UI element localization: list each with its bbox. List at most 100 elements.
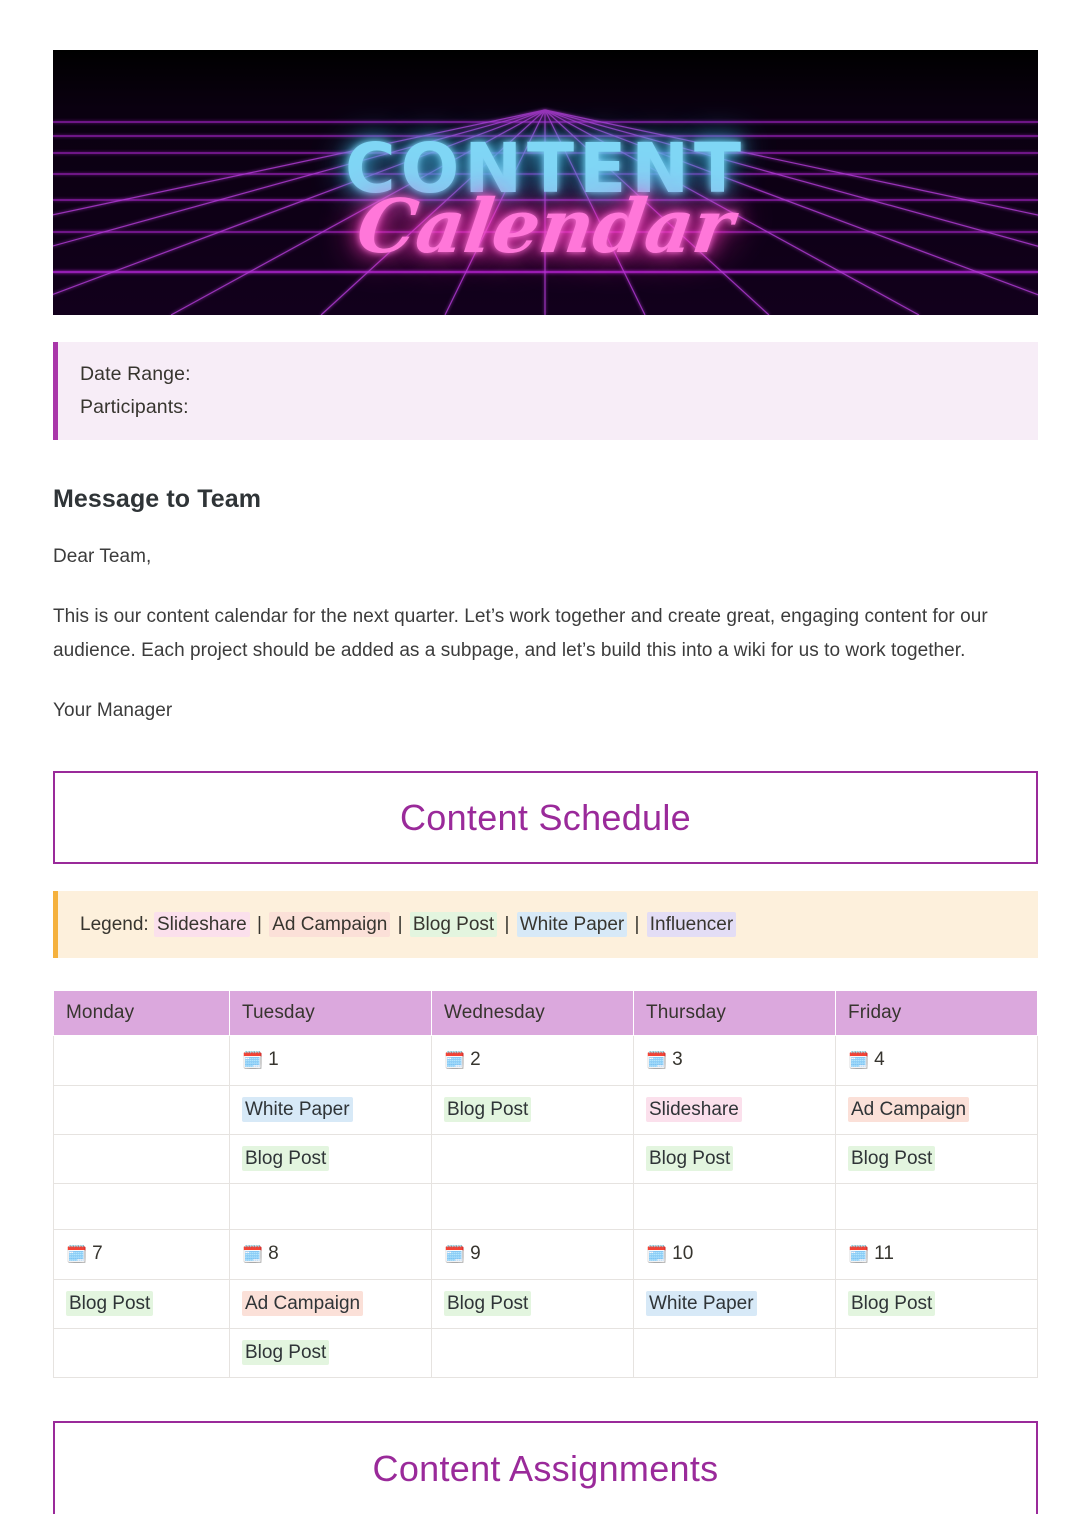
content-tag: Slideshare bbox=[646, 1097, 742, 1122]
calendar-content-cell[interactable]: Blog Post bbox=[229, 1328, 432, 1378]
calendar-icon: 🗓️ bbox=[848, 1245, 870, 1265]
legend-separator: | bbox=[629, 913, 645, 935]
calendar-date-cell[interactable]: 🗓️ 3 bbox=[633, 1035, 836, 1086]
calendar-date-row: 🗓️ 7 🗓️ 8 🗓️ 9 🗓️ 10 🗓️ 11 bbox=[53, 1229, 1038, 1280]
calendar-date-number: 2 bbox=[470, 1049, 481, 1070]
calendar-content-cell[interactable] bbox=[431, 1134, 634, 1184]
calendar-content-cell[interactable]: Slideshare bbox=[633, 1085, 836, 1135]
calendar-date-row: 🗓️ 1 🗓️ 2 🗓️ 3 🗓️ 4 bbox=[53, 1035, 1038, 1086]
calendar-icon: 🗓️ bbox=[848, 1051, 870, 1071]
content-tag: Blog Post bbox=[444, 1291, 532, 1316]
content-tag: Ad Campaign bbox=[848, 1097, 970, 1122]
calendar-icon: 🗓️ bbox=[646, 1051, 668, 1071]
content-assignments-heading-box: Content Assignments bbox=[53, 1421, 1038, 1514]
calendar-date-cell[interactable]: 🗓️ 7 bbox=[53, 1229, 230, 1280]
content-tag: Blog Post bbox=[444, 1097, 532, 1122]
calendar-date-number: 10 bbox=[672, 1243, 694, 1264]
legend-item-slideshare: Slideshare bbox=[153, 911, 250, 937]
content-assignments-heading: Content Assignments bbox=[372, 1447, 719, 1489]
calendar-content-cell[interactable] bbox=[229, 1183, 432, 1230]
calendar-icon: 🗓️ bbox=[444, 1245, 466, 1265]
calendar-content-cell[interactable]: Blog Post bbox=[229, 1134, 432, 1184]
calendar-date-number: 11 bbox=[874, 1243, 894, 1264]
calendar-icon: 🗓️ bbox=[66, 1245, 88, 1265]
message-signature: Your Manager bbox=[53, 700, 173, 721]
calendar-column-header: Tuesday bbox=[229, 990, 432, 1036]
legend-item-ad: Ad Campaign bbox=[269, 911, 391, 937]
calendar-content-cell[interactable] bbox=[835, 1328, 1038, 1378]
legend-separator: | bbox=[499, 913, 515, 935]
calendar-column-header: Thursday bbox=[633, 990, 836, 1036]
info-callout: Date Range: Participants: bbox=[53, 342, 1038, 440]
legend-item-influencer: Influencer bbox=[646, 911, 737, 937]
calendar-content-cell[interactable]: Blog Post bbox=[53, 1279, 230, 1329]
calendar-icon: 🗓️ bbox=[646, 1245, 668, 1265]
date-range-label: Date Range: bbox=[80, 363, 191, 385]
calendar-content-cell[interactable]: White Paper bbox=[633, 1279, 836, 1329]
content-tag: Blog Post bbox=[242, 1146, 330, 1171]
calendar-content-cell[interactable] bbox=[835, 1183, 1038, 1230]
calendar-content-cell[interactable] bbox=[431, 1328, 634, 1378]
calendar-date-cell[interactable]: 🗓️ 8 bbox=[229, 1229, 432, 1280]
calendar-content-cell[interactable]: Blog Post bbox=[835, 1134, 1038, 1184]
content-tag: Blog Post bbox=[848, 1291, 936, 1316]
legend-item-blog: Blog Post bbox=[409, 911, 498, 937]
message-heading: Message to Team bbox=[53, 485, 262, 513]
calendar-date-number: 3 bbox=[672, 1049, 683, 1070]
calendar-content-row: Blog Post Ad Campaign Blog Post White Paper… bbox=[53, 1279, 1038, 1329]
calendar-content-cell[interactable]: Blog Post bbox=[633, 1134, 836, 1184]
calendar-date-cell[interactable]: 🗓️ 2 bbox=[431, 1035, 634, 1086]
legend-body: Legend: Slideshare | Ad Campaign | Blog … bbox=[58, 896, 737, 954]
calendar-content-cell[interactable]: Blog Post bbox=[835, 1279, 1038, 1329]
legend-item-white: White Paper bbox=[516, 911, 628, 937]
calendar-date-number: 1 bbox=[268, 1049, 279, 1070]
content-tag: White Paper bbox=[646, 1291, 757, 1316]
calendar-empty-row bbox=[53, 1183, 1038, 1230]
calendar-content-cell[interactable]: Blog Post bbox=[431, 1279, 634, 1329]
content-schedule-heading-box: Content Schedule bbox=[53, 771, 1038, 864]
calendar-date-number: 7 bbox=[92, 1243, 103, 1264]
calendar-icon: 🗓️ bbox=[242, 1245, 264, 1265]
callout-body: Date Range: Participants: bbox=[58, 342, 191, 440]
document-page: CONTENT Calendar Date Range: Participant… bbox=[0, 0, 1091, 1514]
calendar-content-cell[interactable]: Ad Campaign bbox=[229, 1279, 432, 1329]
calendar-content-cell[interactable]: Blog Post bbox=[431, 1085, 634, 1135]
content-tag: Blog Post bbox=[646, 1146, 734, 1171]
calendar-icon: 🗓️ bbox=[242, 1051, 264, 1071]
cover-banner: CONTENT Calendar bbox=[53, 50, 1038, 315]
calendar-content-cell[interactable] bbox=[53, 1134, 230, 1184]
calendar-content-cell[interactable] bbox=[633, 1328, 836, 1378]
calendar-date-cell[interactable]: 🗓️ 10 bbox=[633, 1229, 836, 1280]
content-schedule-heading: Content Schedule bbox=[399, 796, 691, 838]
calendar-content-cell[interactable] bbox=[53, 1183, 230, 1230]
calendar-content-cell[interactable] bbox=[431, 1183, 634, 1230]
calendar-content-row: Blog Post bbox=[53, 1328, 1038, 1378]
calendar-date-cell[interactable]: 🗓️ 1 bbox=[229, 1035, 432, 1086]
calendar-column-header: Friday bbox=[835, 990, 1038, 1036]
cover-subtitle: Calendar bbox=[352, 184, 739, 270]
legend-separator: | bbox=[251, 913, 268, 935]
calendar-content-cell[interactable]: White Paper bbox=[229, 1085, 432, 1135]
calendar-date-cell[interactable] bbox=[53, 1035, 230, 1086]
calendar-content-cell[interactable] bbox=[633, 1183, 836, 1230]
message-body: This is our content calendar for the nex… bbox=[53, 606, 988, 661]
calendar-column-header: Wednesday bbox=[431, 990, 634, 1036]
content-tag: Ad Campaign bbox=[242, 1291, 364, 1316]
content-tag: Blog Post bbox=[66, 1291, 154, 1316]
calendar-body: 🗓️ 1 🗓️ 2 🗓️ 3 🗓️ 4 White Paper Blog Post Slidesha… bbox=[53, 1035, 1038, 1378]
calendar-date-cell[interactable]: 🗓️ 4 bbox=[835, 1035, 1038, 1086]
calendar-content-row: White Paper Blog Post Slideshare Ad Campaig… bbox=[53, 1085, 1038, 1135]
message-greeting: Dear Team, bbox=[53, 546, 152, 567]
calendar-date-cell[interactable]: 🗓️ 9 bbox=[431, 1229, 634, 1280]
calendar-icon: 🗓️ bbox=[444, 1051, 466, 1071]
calendar-date-number: 8 bbox=[268, 1243, 279, 1264]
content-tag: Blog Post bbox=[242, 1340, 330, 1365]
calendar-content-cell[interactable]: Ad Campaign bbox=[835, 1085, 1038, 1135]
calendar-date-number: 4 bbox=[874, 1049, 885, 1070]
calendar-date-cell[interactable]: 🗓️ 11 bbox=[835, 1229, 1038, 1280]
legend-label: Legend: bbox=[80, 913, 149, 935]
legend-separator: | bbox=[392, 913, 408, 935]
calendar-content-cell[interactable] bbox=[53, 1328, 230, 1378]
calendar-content-cell[interactable] bbox=[53, 1085, 230, 1135]
content-calendar-table: Monday Tuesday Wednesday Thursday Friday 🗓️ 1… bbox=[53, 990, 1038, 1378]
